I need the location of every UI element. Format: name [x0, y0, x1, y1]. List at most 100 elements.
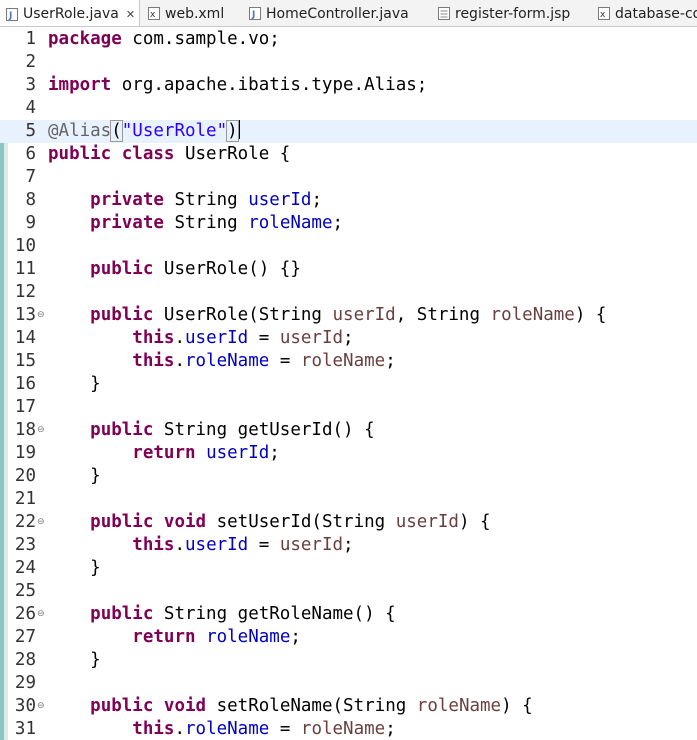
close-tab-icon[interactable]: ✕ — [126, 8, 135, 21]
code-line[interactable]: 4 — [0, 97, 697, 120]
code-line[interactable]: 19 return userId; — [0, 442, 697, 465]
line-number: 9 — [25, 213, 36, 233]
code-line[interactable]: 11 public UserRole() {} — [0, 258, 697, 281]
code-token: private — [90, 213, 164, 233]
code-token: public — [90, 512, 154, 532]
line-number: 14 — [14, 328, 36, 348]
jsp-file-icon — [438, 7, 450, 20]
code-line[interactable]: 25 — [0, 580, 697, 603]
code-text: public class UserRole { — [48, 143, 290, 166]
code-token: roleName — [300, 719, 386, 739]
code-line[interactable]: 24 } — [0, 557, 697, 580]
fold-toggle-icon[interactable]: ⊖ — [37, 603, 47, 626]
tab-label: database-co — [615, 5, 697, 22]
code-editor[interactable]: 1 package com.sample.vo; 2 3 import org.apac… — [0, 28, 697, 740]
tab-homecontroller-java[interactable]: J HomeController.java — [243, 0, 423, 26]
code-line[interactable]: 18 ⊖ public String getUserId() { — [0, 419, 697, 442]
line-number: 23 — [14, 535, 36, 555]
code-token: userId — [332, 305, 396, 325]
code-token: void — [163, 696, 207, 716]
fold-toggle-icon[interactable]: ⊖ — [37, 304, 47, 327]
code-line[interactable]: 9 private String roleName; — [0, 212, 697, 235]
code-token: roleName — [185, 351, 270, 371]
code-token: userId — [185, 535, 249, 555]
code-token: UserRole() {} — [153, 259, 301, 279]
code-line[interactable]: 17 — [0, 396, 697, 419]
code-line[interactable]: 29 — [0, 672, 697, 695]
code-line[interactable]: 23 this.userId = userId; — [0, 534, 697, 557]
tab-register-form-jsp[interactable]: register-form.jsp — [432, 0, 590, 26]
code-token: import — [48, 75, 112, 95]
code-text: private String roleName; — [48, 212, 343, 235]
code-token: = — [269, 351, 301, 371]
code-token: ; — [311, 190, 322, 210]
xml-file-icon: x — [598, 7, 610, 20]
code-line[interactable]: 1 package com.sample.vo; — [0, 28, 697, 51]
code-token: } — [48, 558, 101, 578]
tab-database-config[interactable]: x database-co — [592, 0, 697, 26]
line-number: 4 — [25, 98, 36, 118]
code-line[interactable]: 27 return roleName; — [0, 626, 697, 649]
code-token: String getUserId() { — [153, 420, 375, 440]
code-token: this — [132, 351, 175, 371]
code-line[interactable]: 8 private String userId; — [0, 189, 697, 212]
code-token: String getRoleName() { — [153, 604, 396, 624]
code-line[interactable]: 12 — [0, 281, 697, 304]
code-token: ; — [343, 328, 354, 348]
line-number: 13 — [14, 305, 36, 325]
code-text: public void setUserId(String userId) { — [48, 511, 490, 534]
code-line[interactable]: 28 } — [0, 649, 697, 672]
code-token: userId — [395, 512, 459, 532]
code-line[interactable]: 20 } — [0, 465, 697, 488]
code-token: public — [90, 259, 154, 279]
code-token: public — [90, 305, 154, 325]
code-line[interactable]: 26 ⊖ public String getRoleName() { — [0, 603, 697, 626]
code-line[interactable]: 16 } — [0, 373, 697, 396]
code-line[interactable]: 5 @Alias("UserRole") — [0, 120, 697, 143]
code-line[interactable]: 2 — [0, 51, 697, 74]
line-number: 30 — [14, 696, 36, 716]
code-line[interactable]: 6 public class UserRole { — [0, 143, 697, 166]
fold-toggle-icon[interactable]: ⊖ — [37, 695, 47, 718]
line-number: 12 — [14, 282, 36, 302]
svg-text:x: x — [150, 10, 156, 20]
code-token: this — [132, 328, 175, 348]
code-token: } — [48, 374, 101, 394]
tab-web-xml[interactable]: x web.xml — [142, 0, 238, 26]
code-line[interactable]: 13 ⊖ public UserRole(String userId, Strin… — [0, 304, 697, 327]
code-line[interactable]: 14 this.userId = userId; — [0, 327, 697, 350]
fold-toggle-icon[interactable]: ⊖ — [37, 419, 47, 442]
code-line[interactable]: 21 — [0, 488, 697, 511]
xml-file-icon: x — [148, 7, 160, 20]
code-text: return roleName; — [48, 626, 301, 649]
fold-toggle-icon[interactable]: ⊖ — [37, 511, 47, 534]
code-line[interactable]: 7 — [0, 166, 697, 189]
line-number: 17 — [14, 397, 36, 417]
code-token: setUserId(String — [206, 512, 396, 532]
code-line[interactable]: 30 ⊖ public void setRoleName(String roleN… — [0, 695, 697, 718]
code-token: roleName — [185, 719, 270, 739]
code-line[interactable]: 31 this.roleName = roleName; — [0, 718, 697, 740]
code-text: this.userId = userId; — [48, 534, 353, 557]
code-token: roleName — [300, 351, 386, 371]
code-line[interactable]: 15 this.roleName = roleName; — [0, 350, 697, 373]
code-line[interactable]: 3 import org.apache.ibatis.type.Alias; — [0, 74, 697, 97]
code-token: private — [90, 190, 164, 210]
code-text: public String getUserId() { — [48, 419, 375, 442]
code-token: } — [48, 650, 101, 670]
code-line[interactable]: 10 — [0, 235, 697, 258]
code-text: return userId; — [48, 442, 280, 465]
code-token: roleName — [490, 305, 575, 325]
code-line[interactable]: 22 ⊖ public void setUserId(String userId)… — [0, 511, 697, 534]
code-token: ) { — [574, 305, 607, 325]
tab-userrole-java[interactable]: J UserRole.java ✕ — [0, 0, 140, 26]
line-number: 6 — [25, 144, 36, 164]
